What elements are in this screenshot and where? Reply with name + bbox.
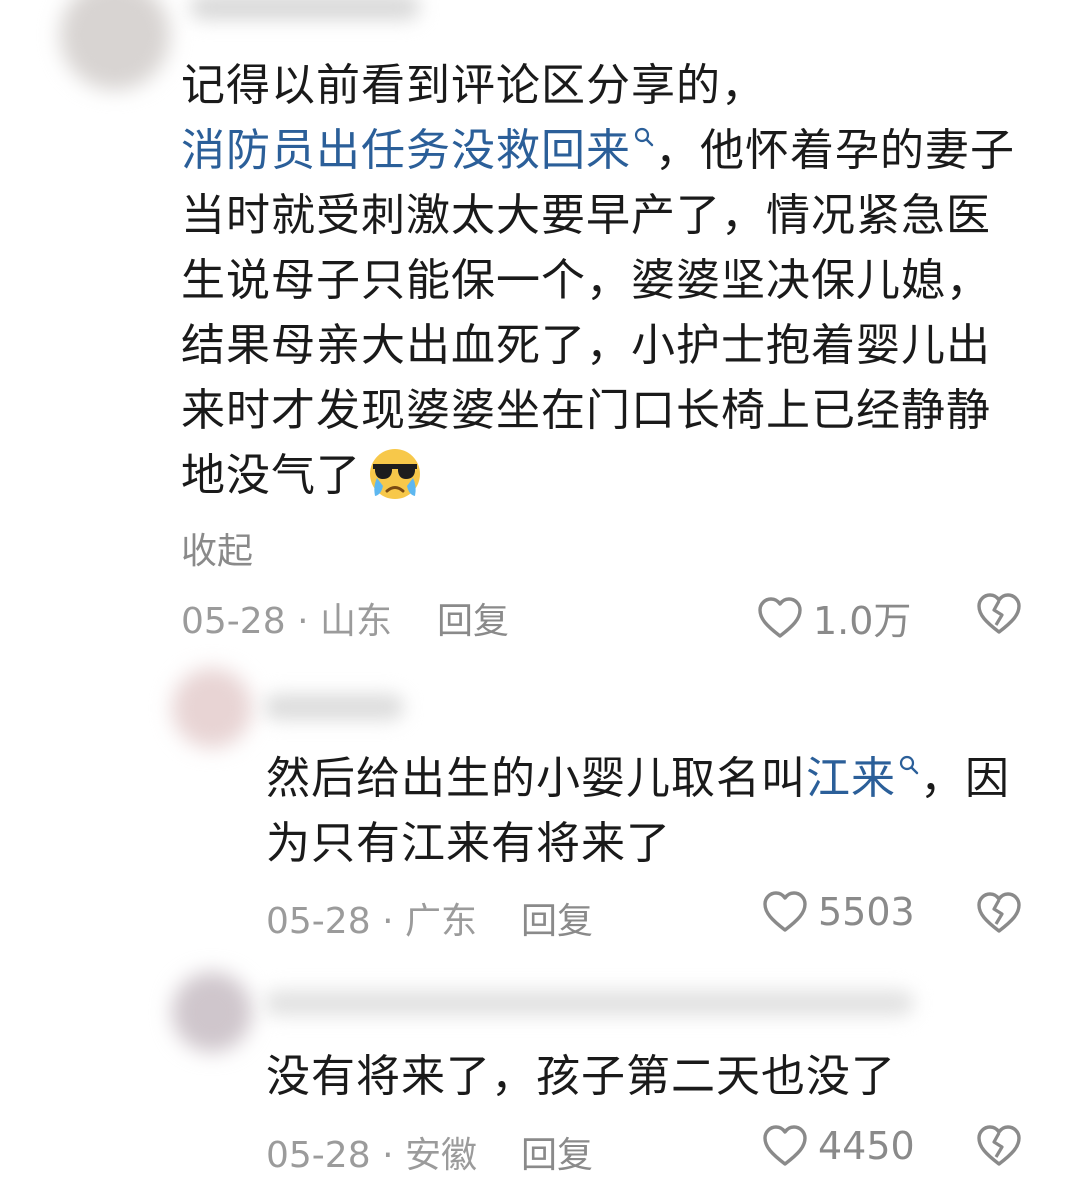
- broken-heart-icon[interactable]: [975, 891, 1023, 935]
- like-button[interactable]: 5503: [762, 890, 915, 934]
- username-blurred[interactable]: [190, 0, 420, 20]
- comment-date: 05-28: [181, 601, 286, 642]
- comment-meta: 05-28 · 山东: [181, 592, 392, 644]
- comment-line: 消防员出任务没救回来 ，他怀着孕的妻子: [181, 125, 1015, 176]
- comment-line: 结果母亲大出血死了，小护士抱着婴儿出: [181, 320, 991, 371]
- avatar[interactable]: [172, 972, 252, 1052]
- reply-button[interactable]: 回复: [437, 592, 509, 644]
- comment-text: 记得以前看到评论区分享的， 消防员出任务没救回来 ，他怀着孕的妻子 当时就受刺激太…: [181, 53, 1015, 508]
- comment-text: 然后给出生的小婴儿取名叫江来 ，因 为只有江来有将来了: [266, 746, 1010, 876]
- broken-heart-icon[interactable]: [975, 1124, 1023, 1168]
- like-button[interactable]: 4450: [762, 1124, 915, 1168]
- meta-separator: ·: [297, 601, 309, 642]
- search-link[interactable]: 江来: [806, 753, 896, 804]
- comment-meta: 05-28 · 广东: [266, 892, 477, 944]
- like-count: 1.0万: [813, 599, 912, 643]
- username-blurred[interactable]: [264, 990, 914, 1016]
- comment-line: 然后给出生的小婴儿取名叫江来 ，因: [266, 753, 1010, 804]
- comment-location: 安徽: [404, 1135, 477, 1176]
- search-icon[interactable]: [898, 754, 920, 776]
- like-button[interactable]: 1.0万: [757, 590, 911, 645]
- heart-outline-icon: [763, 891, 807, 932]
- like-count: 5503: [818, 890, 915, 934]
- search-link[interactable]: 消防员出任务没救回来: [181, 125, 631, 176]
- comment-date: 05-28: [266, 901, 371, 942]
- comment-date: 05-28: [266, 1135, 371, 1176]
- broken-heart-icon[interactable]: [975, 592, 1023, 636]
- meta-separator: ·: [382, 1135, 394, 1176]
- comment-text: 没有将来了，孩子第二天也没了: [266, 1044, 896, 1109]
- comment-location: 广东: [404, 901, 477, 942]
- comment-line: 当时就受刺激太大要早产了，情况紧急医: [181, 190, 991, 241]
- search-icon[interactable]: [633, 126, 655, 148]
- reply-button[interactable]: 回复: [521, 892, 593, 944]
- like-count: 4450: [818, 1124, 915, 1168]
- comment-line: 来时才发现婆婆坐在门口长椅上已经静静: [181, 385, 991, 436]
- avatar[interactable]: [60, 0, 170, 90]
- heart-outline-icon: [758, 596, 802, 638]
- meta-separator: ·: [382, 901, 394, 942]
- comment-line: 地没气了: [181, 443, 1015, 508]
- sad-cool-face-emoji: [370, 449, 420, 499]
- avatar[interactable]: [172, 668, 252, 748]
- comment-line: 为只有江来有将来了: [266, 818, 671, 869]
- heart-outline-icon: [763, 1125, 807, 1166]
- comment-meta: 05-28 · 安徽: [266, 1126, 477, 1178]
- username-blurred[interactable]: [264, 694, 404, 720]
- collapse-button[interactable]: 收起: [181, 522, 253, 574]
- comment-location: 山东: [319, 601, 392, 642]
- reply-button[interactable]: 回复: [521, 1126, 593, 1178]
- comment-line: 没有将来了，孩子第二天也没了: [266, 1051, 896, 1102]
- comment-line: 记得以前看到评论区分享的，: [181, 60, 766, 111]
- comment-line: 生说母子只能保一个，婆婆坚决保儿媳，: [181, 255, 991, 306]
